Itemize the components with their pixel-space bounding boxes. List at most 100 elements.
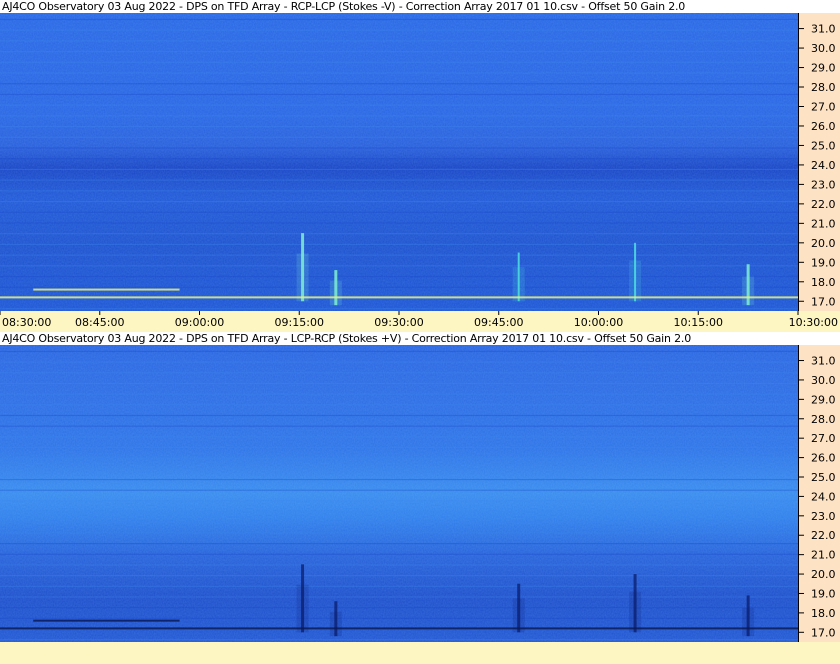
top-frequency-tick-label: 25.0 — [811, 139, 836, 152]
top-burst-halo-2 — [512, 267, 525, 302]
top-time-tick-label: 10:00:00 — [574, 316, 623, 329]
top-frequency-tick-label: 21.0 — [811, 217, 836, 230]
bottom-striation — [0, 414, 798, 417]
bottom-frequency-tick-label: 29.0 — [811, 393, 836, 406]
top-striation — [0, 254, 798, 256]
bottom-striation — [0, 575, 798, 577]
bottom-frequency-tick-label: 28.0 — [811, 413, 836, 426]
bottom-frequency-tick-label: 18.0 — [811, 607, 836, 620]
top-striation — [0, 40, 798, 42]
top-striation — [0, 286, 798, 288]
bottom-frequency-tick-label: 17.0 — [811, 626, 836, 639]
bottom-striation — [0, 446, 798, 449]
bottom-striation — [0, 553, 798, 555]
bottom-frequency-tick-label: 26.0 — [811, 452, 836, 465]
top-burst-halo-1 — [329, 280, 342, 306]
top-striation — [0, 222, 798, 224]
bottom-striation — [0, 510, 798, 513]
top-time-tick-label: 08:30:00 — [2, 316, 51, 329]
top-interference-line-0 — [0, 296, 798, 299]
bottom-striation — [0, 564, 798, 566]
top-striation — [0, 190, 798, 192]
bottom-striation — [0, 607, 798, 609]
top-time-tick-label: 08:45:00 — [75, 316, 124, 329]
bottom-striation — [0, 425, 798, 427]
bottom-frequency-tick-label: 20.0 — [811, 568, 836, 581]
top-frequency-tick-label: 26.0 — [811, 120, 836, 133]
top-frequency-tick-label: 23.0 — [811, 178, 836, 191]
top-striation — [0, 179, 798, 181]
top-burst-halo-0 — [296, 253, 309, 302]
bottom-striation — [0, 372, 798, 374]
bottom-frequency-tick-label: 22.0 — [811, 529, 836, 542]
bottom-burst-halo-2 — [512, 598, 525, 633]
top-striation — [0, 136, 798, 138]
top-time-tick-label: 09:45:00 — [474, 316, 523, 329]
bottom-frequency-tick-label: 27.0 — [811, 432, 836, 445]
top-frequency-tick-label: 24.0 — [811, 159, 836, 172]
top-striation — [0, 125, 798, 128]
top-burst-halo-3 — [629, 260, 642, 302]
bottom-striation — [0, 639, 798, 641]
top-burst-halo-4 — [742, 276, 755, 306]
top-striation — [0, 243, 798, 246]
top-striation — [0, 308, 798, 310]
bottom-striation — [0, 596, 798, 598]
bottom-striation — [0, 521, 798, 523]
top-striation — [0, 29, 798, 31]
bottom-frequency-tick-label: 31.0 — [811, 355, 836, 368]
bottom-striation — [0, 532, 798, 534]
time-axis-strip-bottom — [0, 642, 840, 664]
top-striation — [0, 115, 798, 117]
top-striation — [0, 211, 798, 213]
top-interference-line-1 — [33, 288, 180, 291]
bottom-frequency-tick-label: 21.0 — [811, 549, 836, 562]
bottom-burst-halo-3 — [629, 591, 642, 633]
bottom-striation — [0, 478, 798, 481]
bottom-interference-line-0 — [0, 627, 798, 630]
top-striation — [0, 265, 798, 267]
bottom-striation — [0, 617, 798, 619]
bottom-striation — [0, 382, 798, 385]
bottom-striation — [0, 404, 798, 406]
bottom-burst-halo-4 — [742, 607, 755, 637]
bottom-striation — [0, 468, 798, 470]
top-frequency-tick-label: 18.0 — [811, 276, 836, 289]
bottom-striation — [0, 436, 798, 438]
bottom-striation — [0, 393, 798, 395]
bottom-striation — [0, 585, 798, 587]
top-striation — [0, 233, 798, 235]
top-striation — [0, 18, 798, 21]
top-striation — [0, 200, 798, 203]
bottom-striation — [0, 361, 798, 363]
top-frequency-tick-label: 27.0 — [811, 100, 836, 113]
bottom-interference-line-1 — [33, 619, 180, 622]
bottom-burst-halo-0 — [296, 584, 309, 633]
spectrogram-figure: 31.0 30.0 29.0 28.0 27.0 26.0 25.0 24.0 23.0 22.0… — [0, 13, 840, 664]
bottom-frequency-tick-label: 30.0 — [811, 374, 836, 387]
top-frequency-tick-label: 28.0 — [811, 81, 836, 94]
top-frequency-tick-label: 22.0 — [811, 198, 836, 211]
top-frequency-tick-label: 30.0 — [811, 42, 836, 55]
top-time-tick-label: 10:30:00 — [789, 316, 838, 329]
top-striation — [0, 83, 798, 85]
top-time-tick-label: 10:15:00 — [674, 316, 723, 329]
top-striation — [0, 72, 798, 74]
top-striation — [0, 168, 798, 171]
top-striation — [0, 61, 798, 63]
top-striation — [0, 93, 798, 96]
bottom-frequency-tick-label: 24.0 — [811, 490, 836, 503]
bottom-frequency-tick-label: 25.0 — [811, 471, 836, 484]
top-striation — [0, 104, 798, 106]
bottom-striation — [0, 350, 798, 353]
bottom-striation — [0, 500, 798, 502]
top-frequency-tick-label: 20.0 — [811, 237, 836, 250]
top-time-tick-label: 09:15:00 — [275, 316, 324, 329]
top-striation — [0, 158, 798, 160]
bottom-striation — [0, 543, 798, 545]
top-striation — [0, 275, 798, 278]
top-striation — [0, 147, 798, 149]
top-frequency-tick-label: 17.0 — [811, 295, 836, 308]
bottom-striation — [0, 489, 798, 491]
top-frequency-tick-label: 31.0 — [811, 23, 836, 36]
